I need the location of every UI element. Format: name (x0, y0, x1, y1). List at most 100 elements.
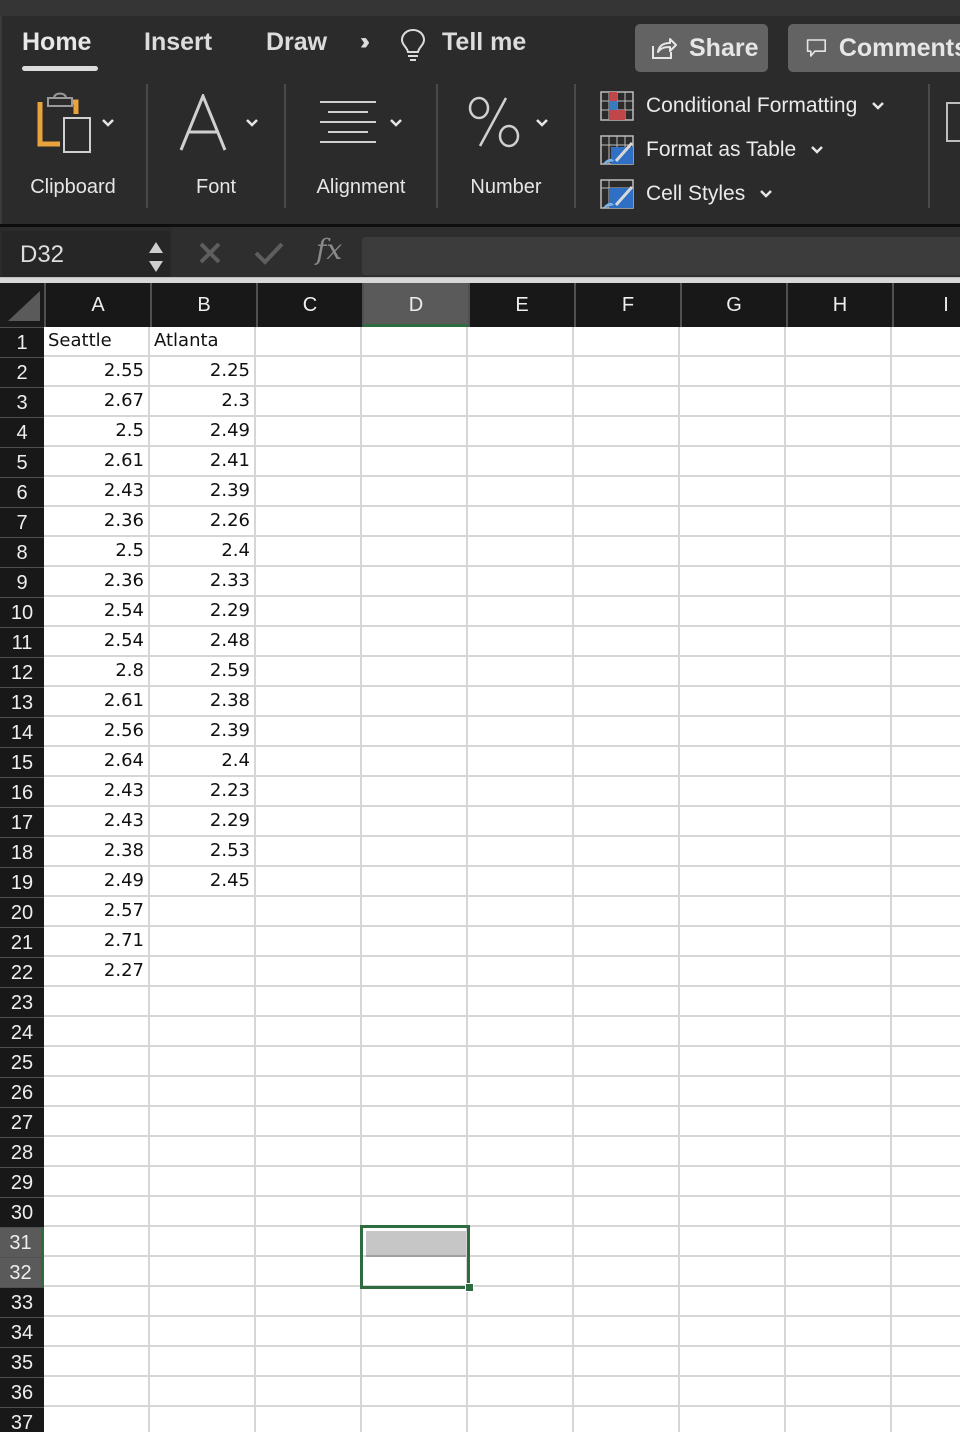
cell-e26[interactable] (468, 1077, 574, 1107)
cell-b30[interactable] (150, 1197, 256, 1227)
row-header-5[interactable]: 5 (0, 447, 44, 477)
cell-f23[interactable] (574, 987, 680, 1017)
cell-b2[interactable]: 2.25 (150, 357, 256, 387)
cell-d21[interactable] (362, 927, 468, 957)
cell-i11[interactable] (892, 627, 960, 657)
cell-h1[interactable] (786, 327, 892, 357)
cell-g16[interactable] (680, 777, 786, 807)
cell-i6[interactable] (892, 477, 960, 507)
cell-f8[interactable] (574, 537, 680, 567)
cell-c37[interactable] (256, 1407, 362, 1432)
cell-i9[interactable] (892, 567, 960, 597)
cell-g6[interactable] (680, 477, 786, 507)
cell-e20[interactable] (468, 897, 574, 927)
cell-b18[interactable]: 2.53 (150, 837, 256, 867)
cell-a4[interactable]: 2.5 (44, 417, 150, 447)
cell-h23[interactable] (786, 987, 892, 1017)
insert-function-button[interactable]: fx (316, 233, 342, 266)
cell-f34[interactable] (574, 1317, 680, 1347)
cell-c15[interactable] (256, 747, 362, 777)
row-header-14[interactable]: 14 (0, 717, 44, 747)
cell-f29[interactable] (574, 1167, 680, 1197)
cell-d11[interactable] (362, 627, 468, 657)
tab-insert[interactable]: Insert (144, 28, 212, 57)
cell-d25[interactable] (362, 1047, 468, 1077)
name-box-stepper-icon[interactable] (148, 239, 164, 275)
cell-e19[interactable] (468, 867, 574, 897)
cell-a24[interactable] (44, 1017, 150, 1047)
cell-e6[interactable] (468, 477, 574, 507)
cell-g10[interactable] (680, 597, 786, 627)
row-header-30[interactable]: 30 (0, 1197, 44, 1227)
conditional-formatting-button[interactable]: Conditional Formatting (600, 89, 885, 123)
cell-b10[interactable]: 2.29 (150, 597, 256, 627)
cell-a7[interactable]: 2.36 (44, 507, 150, 537)
cell-i20[interactable] (892, 897, 960, 927)
cell-d24[interactable] (362, 1017, 468, 1047)
cell-g3[interactable] (680, 387, 786, 417)
cell-i30[interactable] (892, 1197, 960, 1227)
cell-a22[interactable]: 2.27 (44, 957, 150, 987)
cell-g17[interactable] (680, 807, 786, 837)
row-header-25[interactable]: 25 (0, 1047, 44, 1077)
cell-i17[interactable] (892, 807, 960, 837)
cell-f28[interactable] (574, 1137, 680, 1167)
cell-a23[interactable] (44, 987, 150, 1017)
cell-a16[interactable]: 2.43 (44, 777, 150, 807)
cell-h29[interactable] (786, 1167, 892, 1197)
cell-g37[interactable] (680, 1407, 786, 1432)
cell-d37[interactable] (362, 1407, 468, 1432)
cell-i27[interactable] (892, 1107, 960, 1137)
cell-a9[interactable]: 2.36 (44, 567, 150, 597)
cell-b26[interactable] (150, 1077, 256, 1107)
cell-c18[interactable] (256, 837, 362, 867)
cell-d18[interactable] (362, 837, 468, 867)
cell-b31[interactable] (150, 1227, 256, 1257)
row-header-17[interactable]: 17 (0, 807, 44, 837)
row-header-7[interactable]: 7 (0, 507, 44, 537)
cell-g5[interactable] (680, 447, 786, 477)
cell-b27[interactable] (150, 1107, 256, 1137)
cell-h37[interactable] (786, 1407, 892, 1432)
cell-c3[interactable] (256, 387, 362, 417)
formula-input[interactable] (362, 237, 960, 275)
cell-f4[interactable] (574, 417, 680, 447)
cell-d14[interactable] (362, 717, 468, 747)
cell-b3[interactable]: 2.3 (150, 387, 256, 417)
column-header-i[interactable]: I (892, 283, 960, 327)
cell-d9[interactable] (362, 567, 468, 597)
cell-b5[interactable]: 2.41 (150, 447, 256, 477)
cell-i5[interactable] (892, 447, 960, 477)
row-header-11[interactable]: 11 (0, 627, 44, 657)
row-header-23[interactable]: 23 (0, 987, 44, 1017)
cell-b33[interactable] (150, 1287, 256, 1317)
cell-d15[interactable] (362, 747, 468, 777)
cell-e25[interactable] (468, 1047, 574, 1077)
cell-h21[interactable] (786, 927, 892, 957)
format-as-table-button[interactable]: Format as Table (600, 133, 824, 167)
cell-e24[interactable] (468, 1017, 574, 1047)
cell-c36[interactable] (256, 1377, 362, 1407)
row-header-2[interactable]: 2 (0, 357, 44, 387)
cell-f31[interactable] (574, 1227, 680, 1257)
cell-e16[interactable] (468, 777, 574, 807)
cell-h32[interactable] (786, 1257, 892, 1287)
tell-me-search[interactable]: Tell me (442, 28, 526, 57)
cell-a31[interactable] (44, 1227, 150, 1257)
cell-b13[interactable]: 2.38 (150, 687, 256, 717)
cell-f25[interactable] (574, 1047, 680, 1077)
cell-f17[interactable] (574, 807, 680, 837)
cell-h25[interactable] (786, 1047, 892, 1077)
cell-g7[interactable] (680, 507, 786, 537)
cell-h15[interactable] (786, 747, 892, 777)
cell-g27[interactable] (680, 1107, 786, 1137)
cell-f9[interactable] (574, 567, 680, 597)
cell-i22[interactable] (892, 957, 960, 987)
cell-e37[interactable] (468, 1407, 574, 1432)
cell-i23[interactable] (892, 987, 960, 1017)
cell-a1[interactable]: Seattle (44, 327, 150, 357)
cell-e17[interactable] (468, 807, 574, 837)
clipboard-group[interactable]: Clipboard (0, 84, 146, 208)
cell-f24[interactable] (574, 1017, 680, 1047)
cell-g20[interactable] (680, 897, 786, 927)
